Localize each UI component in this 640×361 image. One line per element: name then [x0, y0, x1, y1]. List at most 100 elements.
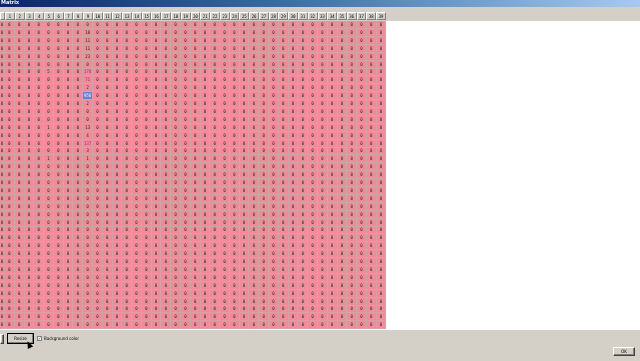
grid-cell[interactable]: 0: [44, 186, 54, 195]
column-header[interactable]: 38: [366, 12, 377, 20]
grid-cell[interactable]: 0: [308, 52, 318, 61]
grid-cell[interactable]: 0: [357, 313, 367, 322]
grid-cell[interactable]: 0: [93, 313, 103, 322]
grid-cell[interactable]: 0: [161, 186, 172, 195]
grid-cell[interactable]: 0: [298, 218, 309, 227]
grid-cell[interactable]: 0: [161, 313, 172, 322]
grid-cell[interactable]: 0: [347, 313, 358, 322]
grid-cell[interactable]: 0: [337, 60, 348, 69]
grid-cell[interactable]: 0: [132, 289, 142, 298]
grid-cell[interactable]: 0: [24, 115, 35, 124]
grid-cell[interactable]: 0: [278, 115, 289, 124]
grid-cell[interactable]: 0: [308, 163, 318, 172]
grid-cell[interactable]: 0: [366, 171, 377, 180]
grid-cell[interactable]: 0: [366, 305, 377, 314]
grid-cell[interactable]: 0: [171, 76, 182, 85]
grid-cell[interactable]: 0: [220, 76, 230, 85]
grid-cell[interactable]: 0: [278, 258, 289, 266]
grid-cell[interactable]: 0: [190, 28, 201, 37]
grid-cell[interactable]: 0: [366, 84, 377, 93]
grid-cell[interactable]: 0: [44, 242, 54, 251]
grid-cell[interactable]: 0: [53, 194, 64, 203]
grid-cell[interactable]: 0: [161, 297, 172, 306]
grid-cell[interactable]: 0: [269, 92, 279, 101]
grid-cell[interactable]: 0: [327, 21, 338, 29]
grid-cell[interactable]: 0: [298, 21, 309, 29]
grid-cell[interactable]: 0: [366, 115, 377, 124]
grid-cell[interactable]: 0: [239, 107, 250, 116]
grid-cell[interactable]: 0: [366, 28, 377, 37]
grid-cell[interactable]: 0: [83, 242, 93, 251]
grid-cell[interactable]: 0: [14, 305, 25, 314]
grid-cell[interactable]: 0: [357, 210, 367, 219]
grid-cell[interactable]: 0: [14, 289, 25, 298]
grid-cell[interactable]: 0: [288, 234, 299, 243]
grid-cell[interactable]: 0: [63, 107, 74, 116]
grid-cell[interactable]: 0: [14, 107, 25, 116]
grid-cell[interactable]: 0: [63, 115, 74, 124]
grid-cell[interactable]: 0: [83, 163, 93, 172]
grid-cell[interactable]: 0: [298, 139, 309, 148]
grid-cell[interactable]: 0: [132, 52, 142, 61]
grid-cell[interactable]: 0: [73, 139, 84, 148]
grid-cell[interactable]: 0: [73, 194, 84, 203]
grid-cell[interactable]: 0: [278, 289, 289, 298]
grid-cell[interactable]: 0: [298, 155, 309, 164]
grid-cell[interactable]: 0: [132, 186, 142, 195]
grid-cell[interactable]: 0: [317, 242, 328, 251]
grid-cell[interactable]: 0: [366, 226, 377, 235]
grid-cell[interactable]: 0: [5, 171, 15, 180]
grid-cell[interactable]: 0: [308, 250, 318, 259]
grid-cell[interactable]: 0: [229, 171, 240, 180]
column-header[interactable]: 36: [346, 12, 357, 20]
grid-cell[interactable]: 0: [229, 289, 240, 298]
grid-cell[interactable]: 0: [210, 297, 221, 306]
grid-cell[interactable]: 0: [151, 265, 162, 274]
grid-cell[interactable]: 0: [181, 84, 191, 93]
grid-cell[interactable]: 0: [220, 52, 230, 61]
grid-cell[interactable]: 0: [269, 139, 279, 148]
grid-cell[interactable]: 0: [269, 234, 279, 243]
grid-cell[interactable]: 0: [102, 155, 113, 164]
grid-cell[interactable]: 178: [83, 68, 93, 77]
grid-cell[interactable]: 0: [141, 131, 152, 140]
column-header[interactable]: 27: [258, 12, 269, 20]
grid-cell[interactable]: 0: [24, 139, 35, 148]
grid-cell[interactable]: 0: [347, 179, 358, 187]
grid-cell[interactable]: 0: [200, 289, 211, 298]
grid-cell[interactable]: 0: [308, 76, 318, 85]
grid-cell[interactable]: 0: [337, 289, 348, 298]
grid-cell[interactable]: 0: [73, 21, 84, 29]
grid-cell[interactable]: 0: [308, 242, 318, 251]
grid-cell[interactable]: 0: [190, 297, 201, 306]
column-header[interactable]: 8: [73, 12, 84, 20]
grid-cell[interactable]: 0: [347, 258, 358, 266]
grid-cell[interactable]: 0: [132, 100, 142, 108]
grid-cell[interactable]: 0: [24, 131, 35, 140]
grid-cell[interactable]: 0: [44, 297, 54, 306]
grid-cell[interactable]: 0: [269, 44, 279, 53]
grid-cell[interactable]: 0: [200, 281, 211, 290]
grid-cell[interactable]: 0: [122, 123, 133, 132]
grid-cell[interactable]: 0: [161, 234, 172, 243]
grid-cell[interactable]: 0: [14, 273, 25, 282]
grid-cell[interactable]: 1: [83, 155, 93, 164]
grid-cell[interactable]: 0: [5, 218, 15, 227]
grid-cell[interactable]: 0: [366, 155, 377, 164]
grid-cell[interactable]: 0: [181, 258, 191, 266]
column-header[interactable]: 19: [180, 12, 191, 20]
grid-cell[interactable]: 0: [181, 44, 191, 53]
grid-cell[interactable]: 0: [73, 297, 84, 306]
grid-cell[interactable]: 0: [53, 68, 64, 77]
grid-cell[interactable]: 0: [161, 76, 172, 85]
grid-cell[interactable]: 0: [337, 107, 348, 116]
grid-cell[interactable]: 0: [190, 131, 201, 140]
grid-cell[interactable]: 0: [249, 210, 260, 219]
grid-cell[interactable]: 0: [259, 258, 270, 266]
grid-cell[interactable]: 0: [220, 305, 230, 314]
grid-cell[interactable]: 0: [44, 194, 54, 203]
grid-cell[interactable]: 0: [102, 28, 113, 37]
grid-cell[interactable]: 0: [376, 210, 386, 219]
grid-cell[interactable]: 0: [151, 297, 162, 306]
grid-cell[interactable]: 0: [210, 258, 221, 266]
